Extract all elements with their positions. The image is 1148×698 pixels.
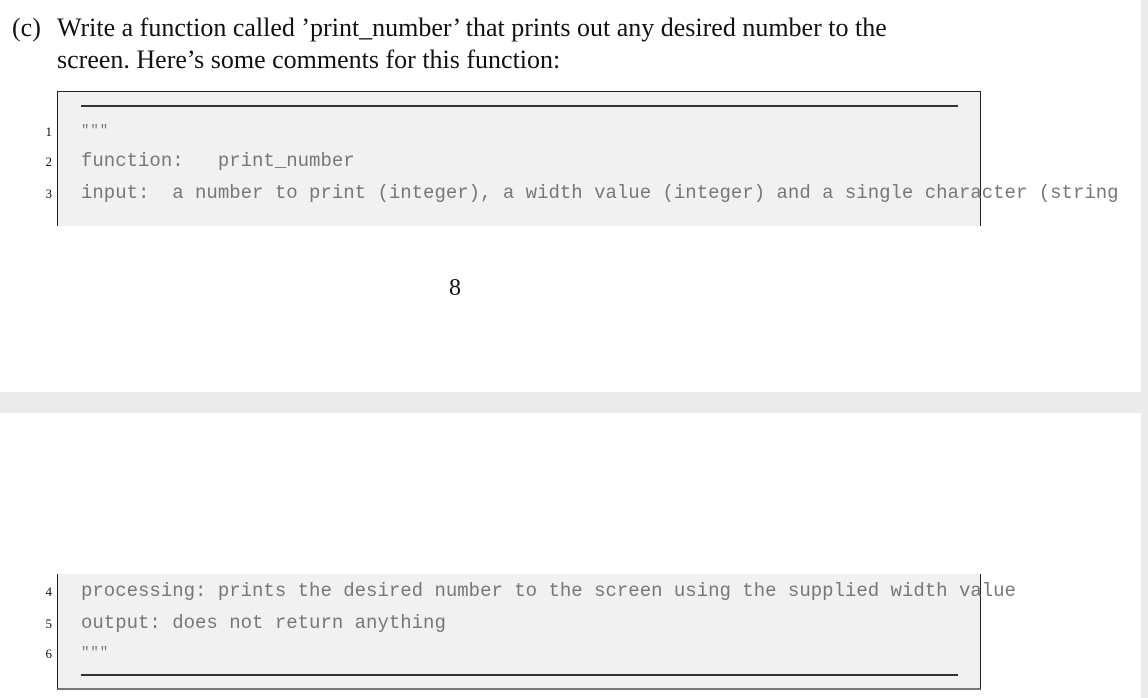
code-listing-part-2: 4 processing: prints the desired number … xyxy=(46,574,1016,690)
page-number: 8 xyxy=(449,275,461,301)
line-number: 2 xyxy=(45,154,53,169)
code-line: 5 output: does not return anything xyxy=(46,608,1141,638)
code-line: 1 """ xyxy=(46,116,1141,146)
question-label: (c) xyxy=(12,13,41,42)
line-number: 3 xyxy=(45,186,53,201)
listing-bottom-rule xyxy=(81,674,958,676)
page-gap xyxy=(0,392,1148,413)
code-line: 2 function: print_number xyxy=(46,146,1141,176)
question-text-line-1: Write a function called ’print_number’ t… xyxy=(57,13,887,42)
line-number: 5 xyxy=(45,616,53,631)
question-text-line-2: screen. Here’s some comments for this fu… xyxy=(57,45,561,74)
code-text: """ xyxy=(81,645,110,661)
code-line: 4 processing: prints the desired number … xyxy=(46,576,1141,606)
vertical-scrollbar[interactable] xyxy=(1141,0,1148,698)
code-line: 3 input: a number to print (integer), a … xyxy=(46,178,1141,208)
line-number: 4 xyxy=(45,584,53,599)
code-text: output: does not return anything xyxy=(81,612,446,634)
code-text: processing: prints the desired number to… xyxy=(81,580,1016,602)
code-text: input: a number to print (integer), a wi… xyxy=(81,182,1119,204)
line-number: 6 xyxy=(45,646,53,661)
code-text: """ xyxy=(81,123,110,139)
document-page-9: 4 processing: prints the desired number … xyxy=(0,413,1141,698)
document-page-8: (c) Write a function called ’print_numbe… xyxy=(0,0,1141,392)
code-line: 6 """ xyxy=(46,638,1141,668)
code-listing-part-1: 1 """ 2 function: print_number 3 input: … xyxy=(46,91,1119,226)
line-number: 1 xyxy=(45,124,53,139)
listing-top-rule xyxy=(81,105,958,107)
code-text: function: print_number xyxy=(81,150,355,172)
